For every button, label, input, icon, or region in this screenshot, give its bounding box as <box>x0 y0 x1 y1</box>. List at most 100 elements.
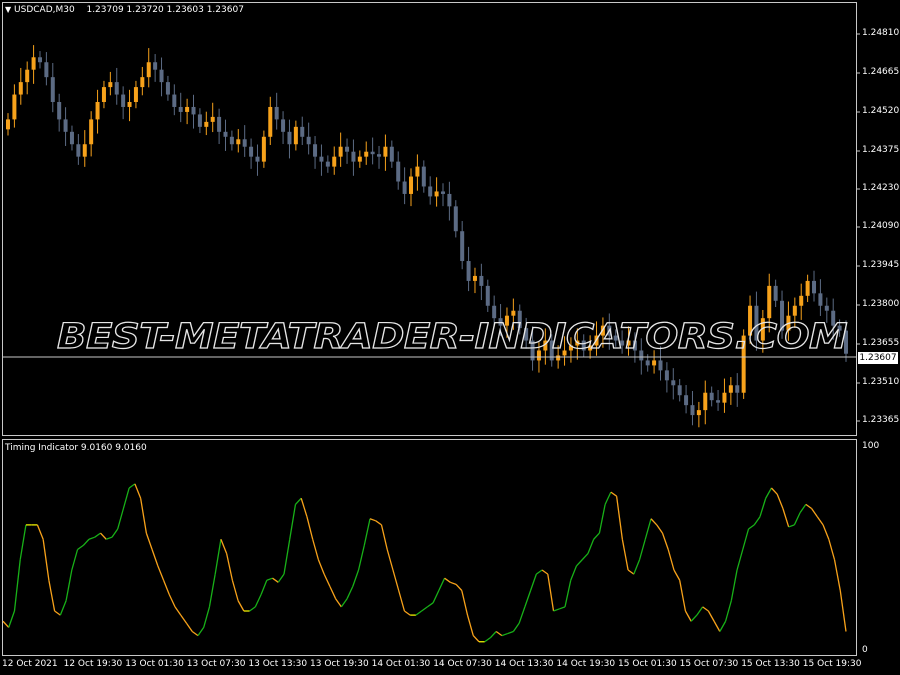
candle-body <box>127 102 132 107</box>
candle-body <box>479 275 484 286</box>
candle-body <box>306 136 311 145</box>
chart-window: ▼ USDCAD,M30 1.23709 1.23720 1.23603 1.2… <box>0 0 900 675</box>
candle-body <box>293 126 298 145</box>
indicator-segment <box>455 583 463 591</box>
indicator-segment <box>461 590 469 616</box>
candle-body <box>447 193 452 207</box>
indicator-segment <box>742 528 750 550</box>
candle-body <box>185 106 190 112</box>
candle-body <box>223 131 228 137</box>
indicator-segment <box>776 493 784 509</box>
indicator-segment <box>203 606 211 628</box>
indicator-segment <box>306 516 314 540</box>
price-axis-label: 1.23510 <box>862 377 900 387</box>
candle-body <box>677 385 682 396</box>
indicator-segment <box>151 549 159 567</box>
time-axis-label: 14 Oct 01:30 <box>371 659 431 669</box>
indicator-segment <box>782 508 790 528</box>
indicator-segment <box>702 606 709 612</box>
indicator-segment <box>816 516 824 526</box>
price-axis-label: 1.24375 <box>862 145 900 155</box>
candle-body <box>313 144 318 157</box>
price-axis-label: 1.24090 <box>862 221 900 231</box>
candle-body <box>338 146 343 157</box>
candle-body <box>703 392 708 411</box>
indicator-segment <box>312 539 320 560</box>
indicator-segment <box>139 498 148 534</box>
indicator-segment <box>753 516 761 526</box>
indicator-segment <box>404 610 411 616</box>
candle-body <box>690 405 695 416</box>
candle-body <box>466 261 471 281</box>
indicator-segment <box>415 610 423 616</box>
indicator-segment <box>484 637 491 643</box>
candle-body <box>44 62 49 78</box>
candle-body <box>300 126 305 137</box>
indicator-segment <box>839 590 847 632</box>
candle-body <box>735 385 740 393</box>
indicator-segment <box>627 569 635 575</box>
indicator-segment <box>392 569 400 591</box>
candle-body <box>6 119 10 130</box>
price-axis-label: 1.24810 <box>862 28 900 38</box>
indicator-segment <box>805 503 812 510</box>
indicator-segment <box>237 600 245 612</box>
indicator-segment <box>679 580 687 612</box>
indicator-segment <box>100 532 107 540</box>
indicator-segment <box>489 631 497 639</box>
candle-body <box>229 136 234 145</box>
candle-body <box>236 139 241 145</box>
indicator-segment <box>398 590 406 612</box>
indicator-segment <box>833 559 841 591</box>
indicator-segment <box>788 524 795 528</box>
indicator-segment <box>42 539 50 581</box>
indicator-segment <box>340 598 348 608</box>
indicator-segment <box>82 538 90 546</box>
indicator-segment <box>329 586 337 599</box>
indicator-segment <box>707 610 715 622</box>
indicator-segment <box>266 577 273 581</box>
indicator-segment <box>197 627 205 636</box>
candle-body <box>357 156 362 162</box>
timing-indicator-line <box>2 483 847 643</box>
candle-body <box>165 82 170 95</box>
indicator-segment <box>369 518 376 522</box>
time-axis-label: 15 Oct 07:30 <box>679 659 739 669</box>
indicator-segment <box>719 620 727 632</box>
candle-body <box>671 380 676 386</box>
indicator-segment <box>661 532 669 550</box>
indicator-segment <box>19 524 27 560</box>
time-axis-label: 15 Oct 13:30 <box>741 659 800 669</box>
price-axis-label: 1.24665 <box>862 67 900 77</box>
indicator-axis-min: 0 <box>862 645 868 655</box>
candle-body <box>146 62 151 78</box>
candle-body <box>396 161 401 182</box>
indicator-segment <box>501 632 508 637</box>
indicator-segment <box>226 553 234 581</box>
candle-body <box>773 285 778 301</box>
indicator-segment <box>466 614 474 636</box>
candle-body <box>428 186 433 197</box>
indicator-segment <box>667 549 675 571</box>
candle-body <box>460 231 465 262</box>
time-axis-label: 15 Oct 19:30 <box>802 659 862 669</box>
indicator-segment <box>472 635 480 643</box>
candle-body <box>319 156 324 162</box>
time-axis-label: 14 Oct 19:30 <box>556 659 616 669</box>
indicator-segment <box>8 610 16 628</box>
indicator-segment <box>363 518 371 546</box>
indicator-segment <box>162 580 170 595</box>
indicator-segment <box>2 620 10 628</box>
indicator-segment <box>730 569 738 601</box>
indicator-segment <box>547 574 555 612</box>
candle-body <box>389 146 394 162</box>
indicator-segment <box>289 504 297 540</box>
indicator-segment <box>559 606 566 610</box>
candle-body <box>684 395 689 406</box>
indicator-segment <box>300 498 308 517</box>
indicator-segment <box>260 580 268 595</box>
indicator-segment <box>357 545 365 571</box>
candle-body <box>31 57 36 70</box>
indicator-segment <box>352 569 360 587</box>
indicator-segment <box>598 504 606 534</box>
